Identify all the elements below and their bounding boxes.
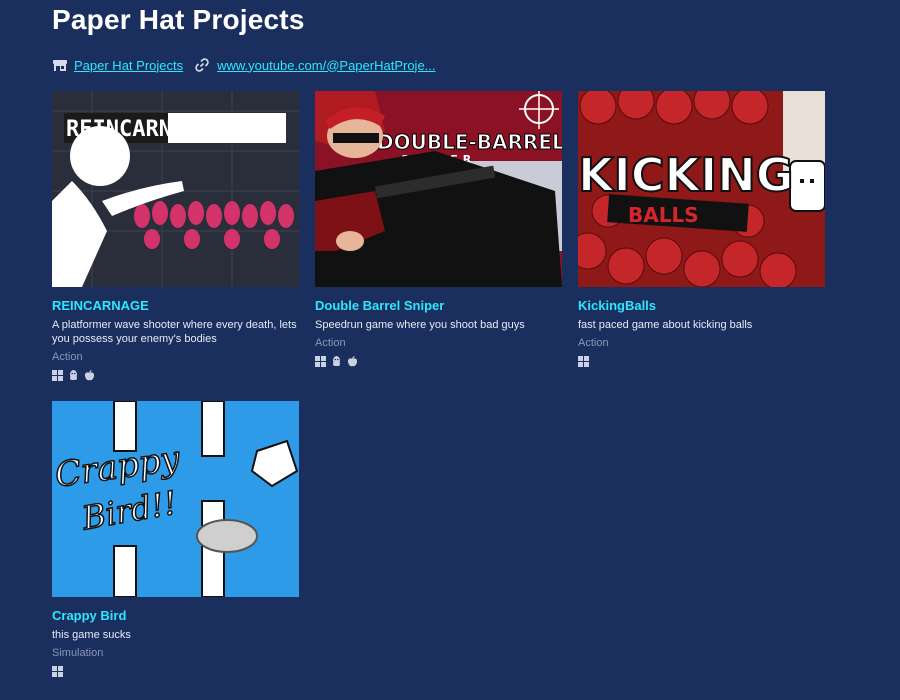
game-description: this game sucks bbox=[52, 629, 131, 641]
platform-list bbox=[315, 355, 562, 367]
thumb-logo-text: KICKING bbox=[578, 148, 794, 202]
thumb-logo-subtext: BALLS bbox=[628, 203, 699, 227]
store-icon bbox=[52, 58, 68, 72]
windows-icon bbox=[52, 369, 63, 381]
game-thumbnail[interactable]: KICKING BALLS bbox=[578, 91, 825, 287]
game-title[interactable]: Double Barrel Sniper bbox=[315, 299, 562, 313]
game-description: Speedrun game where you shoot bad guys bbox=[315, 319, 525, 331]
link-icon bbox=[195, 58, 211, 72]
game-card-reincarnage: REINCARNAGE REINCARNAGE A platformer wav… bbox=[52, 91, 299, 381]
game-card-double-barrel-sniper: DOUBLE-BARREL SNIPER Double Barrel Snipe… bbox=[315, 91, 562, 367]
platform-list bbox=[52, 665, 299, 677]
game-title[interactable]: REINCARNAGE bbox=[52, 299, 299, 313]
windows-icon bbox=[315, 355, 326, 367]
game-card-kickingballs: KICKING BALLS KickingBalls fast paced ga… bbox=[578, 91, 825, 367]
platform-list bbox=[578, 355, 825, 367]
game-thumbnail[interactable]: DOUBLE-BARREL SNIPER bbox=[315, 91, 562, 287]
platform-list bbox=[52, 369, 299, 381]
game-description: A platformer wave shooter where every de… bbox=[52, 319, 297, 345]
game-genre: Action bbox=[315, 337, 346, 349]
apple-icon bbox=[347, 355, 358, 367]
game-title[interactable]: Crappy Bird bbox=[52, 609, 299, 623]
windows-icon bbox=[578, 355, 589, 367]
youtube-link[interactable]: www.youtube.com/@PaperHatProje... bbox=[217, 58, 435, 73]
game-description: fast paced game about kicking balls bbox=[578, 319, 753, 331]
apple-icon bbox=[84, 369, 95, 381]
game-thumbnail[interactable]: REINCARNAGE bbox=[52, 91, 299, 287]
thumb-logo-text: DOUBLE-BARREL bbox=[377, 130, 562, 154]
linux-icon bbox=[331, 355, 342, 367]
game-genre: Action bbox=[578, 337, 609, 349]
game-genre: Simulation bbox=[52, 647, 104, 659]
game-title[interactable]: KickingBalls bbox=[578, 299, 825, 313]
game-thumbnail[interactable]: Crappy Bird!! bbox=[52, 401, 299, 597]
windows-icon bbox=[52, 665, 63, 677]
linux-icon bbox=[68, 369, 79, 381]
store-link[interactable]: Paper Hat Projects bbox=[74, 58, 183, 73]
page: Paper Hat Projects Paper Hat Projects ww… bbox=[0, 0, 900, 700]
game-card-crappy-bird: Crappy Bird!! Crappy Bird this game suck… bbox=[52, 401, 299, 677]
page-title: Paper Hat Projects bbox=[52, 4, 305, 35]
profile-links: Paper Hat Projects www.youtube.com/@Pape… bbox=[52, 56, 436, 74]
game-genre: Action bbox=[52, 351, 83, 363]
